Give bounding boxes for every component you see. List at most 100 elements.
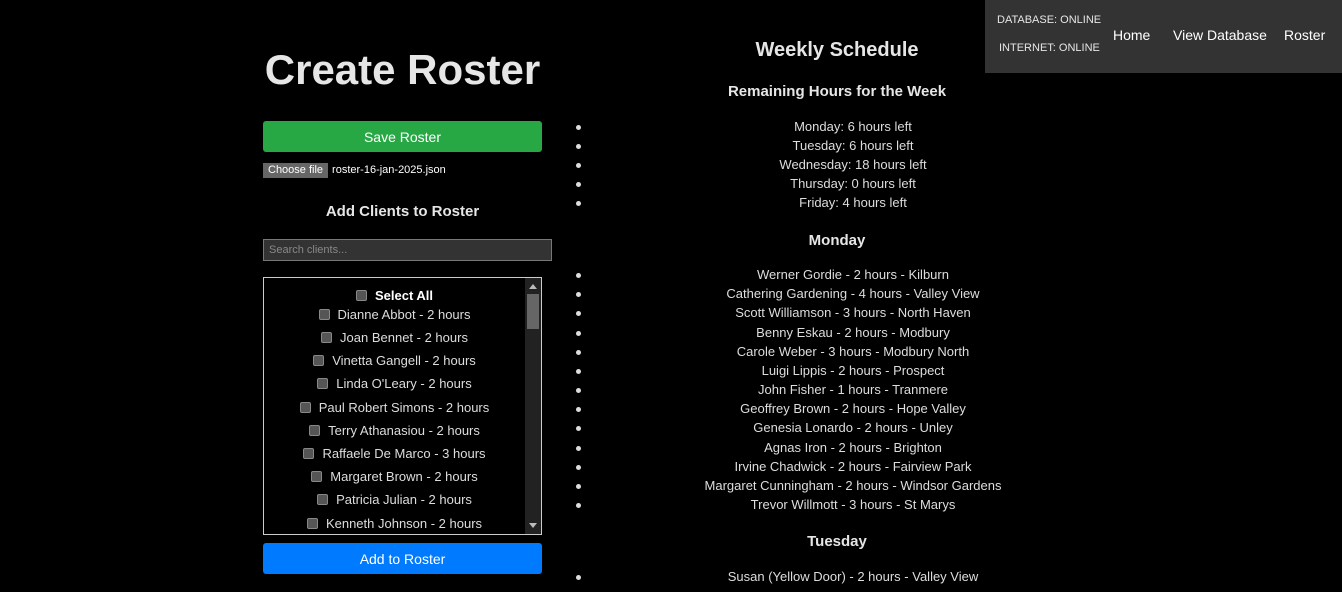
client-checkbox[interactable] — [303, 447, 315, 459]
list-item-text: Friday: 4 hours left — [799, 195, 907, 210]
bullet-icon — [576, 331, 581, 336]
client-checkbox[interactable] — [309, 424, 321, 436]
client-row[interactable]: Raffaele De Marco - 3 hours — [264, 444, 525, 462]
list-item: Thursday: 0 hours left — [560, 176, 1146, 195]
list-item-text: Genesia Lonardo - 2 hours - Unley — [753, 420, 953, 435]
client-checkbox[interactable] — [299, 401, 311, 413]
list-item-text: Irvine Chadwick - 2 hours - Fairview Par… — [734, 459, 972, 474]
page-title: Create Roster — [264, 46, 541, 93]
client-label: Kenneth Johnson - 2 hours — [325, 515, 483, 531]
list-item: John Fisher - 1 hours - Tranmere — [560, 382, 1146, 401]
list-item: Agnas Iron - 2 hours - Brighton — [560, 440, 1146, 459]
client-checkbox[interactable] — [321, 331, 333, 343]
file-picker: Choose file roster-16-jan-2025.json — [263, 162, 446, 178]
client-checkbox[interactable] — [311, 470, 323, 482]
list-item: Friday: 4 hours left — [560, 195, 1146, 214]
client-checkbox[interactable] — [318, 308, 330, 320]
monday-heading: Monday — [808, 232, 866, 249]
add-clients-heading: Add Clients to Roster — [325, 203, 480, 220]
client-label: Margaret Brown - 2 hours — [330, 468, 478, 484]
client-row[interactable]: Linda O'Leary - 2 hours — [264, 374, 525, 392]
list-item: Carole Weber - 3 hours - Modbury North — [560, 344, 1146, 363]
bullet-icon — [576, 182, 581, 187]
client-row[interactable]: Patricia Julian - 2 hours — [264, 490, 525, 508]
nav-view-database-link[interactable]: View Database — [1173, 27, 1267, 43]
bullet-icon — [576, 484, 581, 489]
scroll-thumb[interactable] — [527, 294, 539, 329]
client-label: Raffaele De Marco - 3 hours — [322, 445, 486, 461]
list-item: Susan (Yellow Door) - 2 hours - Valley V… — [560, 569, 1146, 588]
list-item: Tuesday: 6 hours left — [560, 138, 1146, 157]
internet-status: INTERNET: ONLINE — [999, 42, 1100, 54]
bullet-icon — [576, 125, 581, 130]
list-item: Benny Eskau - 2 hours - Modbury — [560, 325, 1146, 344]
list-item: Scott Williamson - 3 hours - North Haven — [560, 305, 1146, 324]
scroll-down-arrow-icon[interactable] — [529, 523, 537, 528]
client-label: Linda O'Leary - 2 hours — [336, 375, 472, 391]
bullet-icon — [576, 575, 581, 580]
list-item-text: John Fisher - 1 hours - Tranmere — [757, 382, 949, 397]
client-row[interactable]: Paul Robert Simons - 2 hours — [264, 398, 525, 416]
remaining-hours-heading: Remaining Hours for the Week — [727, 83, 947, 100]
nav-home-link[interactable]: Home — [1113, 27, 1150, 43]
bullet-icon — [576, 144, 581, 149]
schedule-title: Weekly Schedule — [755, 39, 919, 61]
search-clients-input[interactable] — [263, 239, 552, 261]
list-item-text: Geoffrey Brown - 2 hours - Hope Valley — [740, 401, 966, 416]
list-item: Geoffrey Brown - 2 hours - Hope Valley — [560, 401, 1146, 420]
client-checkbox[interactable] — [317, 493, 329, 505]
bullet-icon — [576, 350, 581, 355]
scroll-up-arrow-icon[interactable] — [529, 284, 537, 289]
client-row[interactable]: Margaret Brown - 2 hours — [264, 467, 525, 485]
list-item-text: Carole Weber - 3 hours - Modbury North — [736, 344, 970, 359]
bullet-icon — [576, 369, 581, 374]
client-label: Paul Robert Simons - 2 hours — [318, 399, 490, 415]
list-item-text: Monday: 6 hours left — [794, 119, 912, 134]
bullet-icon — [576, 163, 581, 168]
client-list-scrollbar[interactable] — [525, 278, 541, 534]
client-checkbox[interactable] — [317, 377, 329, 389]
bullet-icon — [576, 292, 581, 297]
bullet-icon — [576, 388, 581, 393]
list-item-text: Susan (Yellow Door) - 2 hours - Valley V… — [727, 569, 979, 584]
client-checkbox[interactable] — [313, 354, 325, 366]
list-item-text: Tuesday: 6 hours left — [792, 138, 914, 153]
list-item-text: Werner Gordie - 2 hours - Kilburn — [757, 267, 949, 282]
nav-roster-link[interactable]: Roster — [1284, 27, 1325, 43]
list-item: Genesia Lonardo - 2 hours - Unley — [560, 420, 1146, 439]
client-label: Patricia Julian - 2 hours — [336, 491, 472, 507]
list-item: Monday: 6 hours left — [560, 119, 1146, 138]
client-row[interactable]: Joan Bennet - 2 hours — [264, 328, 525, 346]
top-bar: DATABASE: ONLINE INTERNET: ONLINE Home V… — [985, 0, 1342, 73]
save-roster-button[interactable]: Save Roster — [263, 121, 542, 152]
chosen-file-name: roster-16-jan-2025.json — [332, 164, 446, 176]
list-item: Werner Gordie - 2 hours - Kilburn — [560, 267, 1146, 286]
client-label: Vinetta Gangell - 2 hours — [332, 352, 476, 368]
add-to-roster-button[interactable]: Add to Roster — [263, 543, 542, 574]
bullet-icon — [576, 426, 581, 431]
list-item: Cathering Gardening - 4 hours - Valley V… — [560, 286, 1146, 305]
select-all-label: Select All — [374, 287, 434, 303]
list-item: Margaret Cunningham - 2 hours - Windsor … — [560, 478, 1146, 497]
list-item: Luigi Lippis - 2 hours - Prospect — [560, 363, 1146, 382]
database-status: DATABASE: ONLINE — [997, 14, 1102, 26]
bullet-icon — [576, 273, 581, 278]
client-label: Terry Athanasiou - 2 hours — [328, 422, 480, 438]
list-item-text: Wednesday: 18 hours left — [779, 157, 927, 172]
list-item: Wednesday: 18 hours left — [560, 157, 1146, 176]
client-row[interactable]: Dianne Abbot - 2 hours — [264, 305, 525, 323]
select-all-checkbox[interactable] — [355, 289, 367, 301]
client-row[interactable]: Vinetta Gangell - 2 hours — [264, 351, 525, 369]
client-checkbox[interactable] — [306, 517, 318, 529]
choose-file-button[interactable]: Choose file — [263, 162, 329, 178]
bullet-icon — [576, 446, 581, 451]
list-item-text: Margaret Cunningham - 2 hours - Windsor … — [704, 478, 1002, 493]
list-item-text: Scott Williamson - 3 hours - North Haven — [735, 305, 971, 320]
list-item-text: Cathering Gardening - 4 hours - Valley V… — [726, 286, 980, 301]
select-all-row[interactable]: Select All — [264, 286, 525, 304]
bullet-icon — [576, 201, 581, 206]
client-row[interactable]: Kenneth Johnson - 2 hours — [264, 514, 525, 532]
bullet-icon — [576, 311, 581, 316]
client-row[interactable]: Terry Athanasiou - 2 hours — [264, 421, 525, 439]
client-list-box[interactable]: Select All Dianne Abbot - 2 hours Joan B… — [263, 277, 542, 535]
